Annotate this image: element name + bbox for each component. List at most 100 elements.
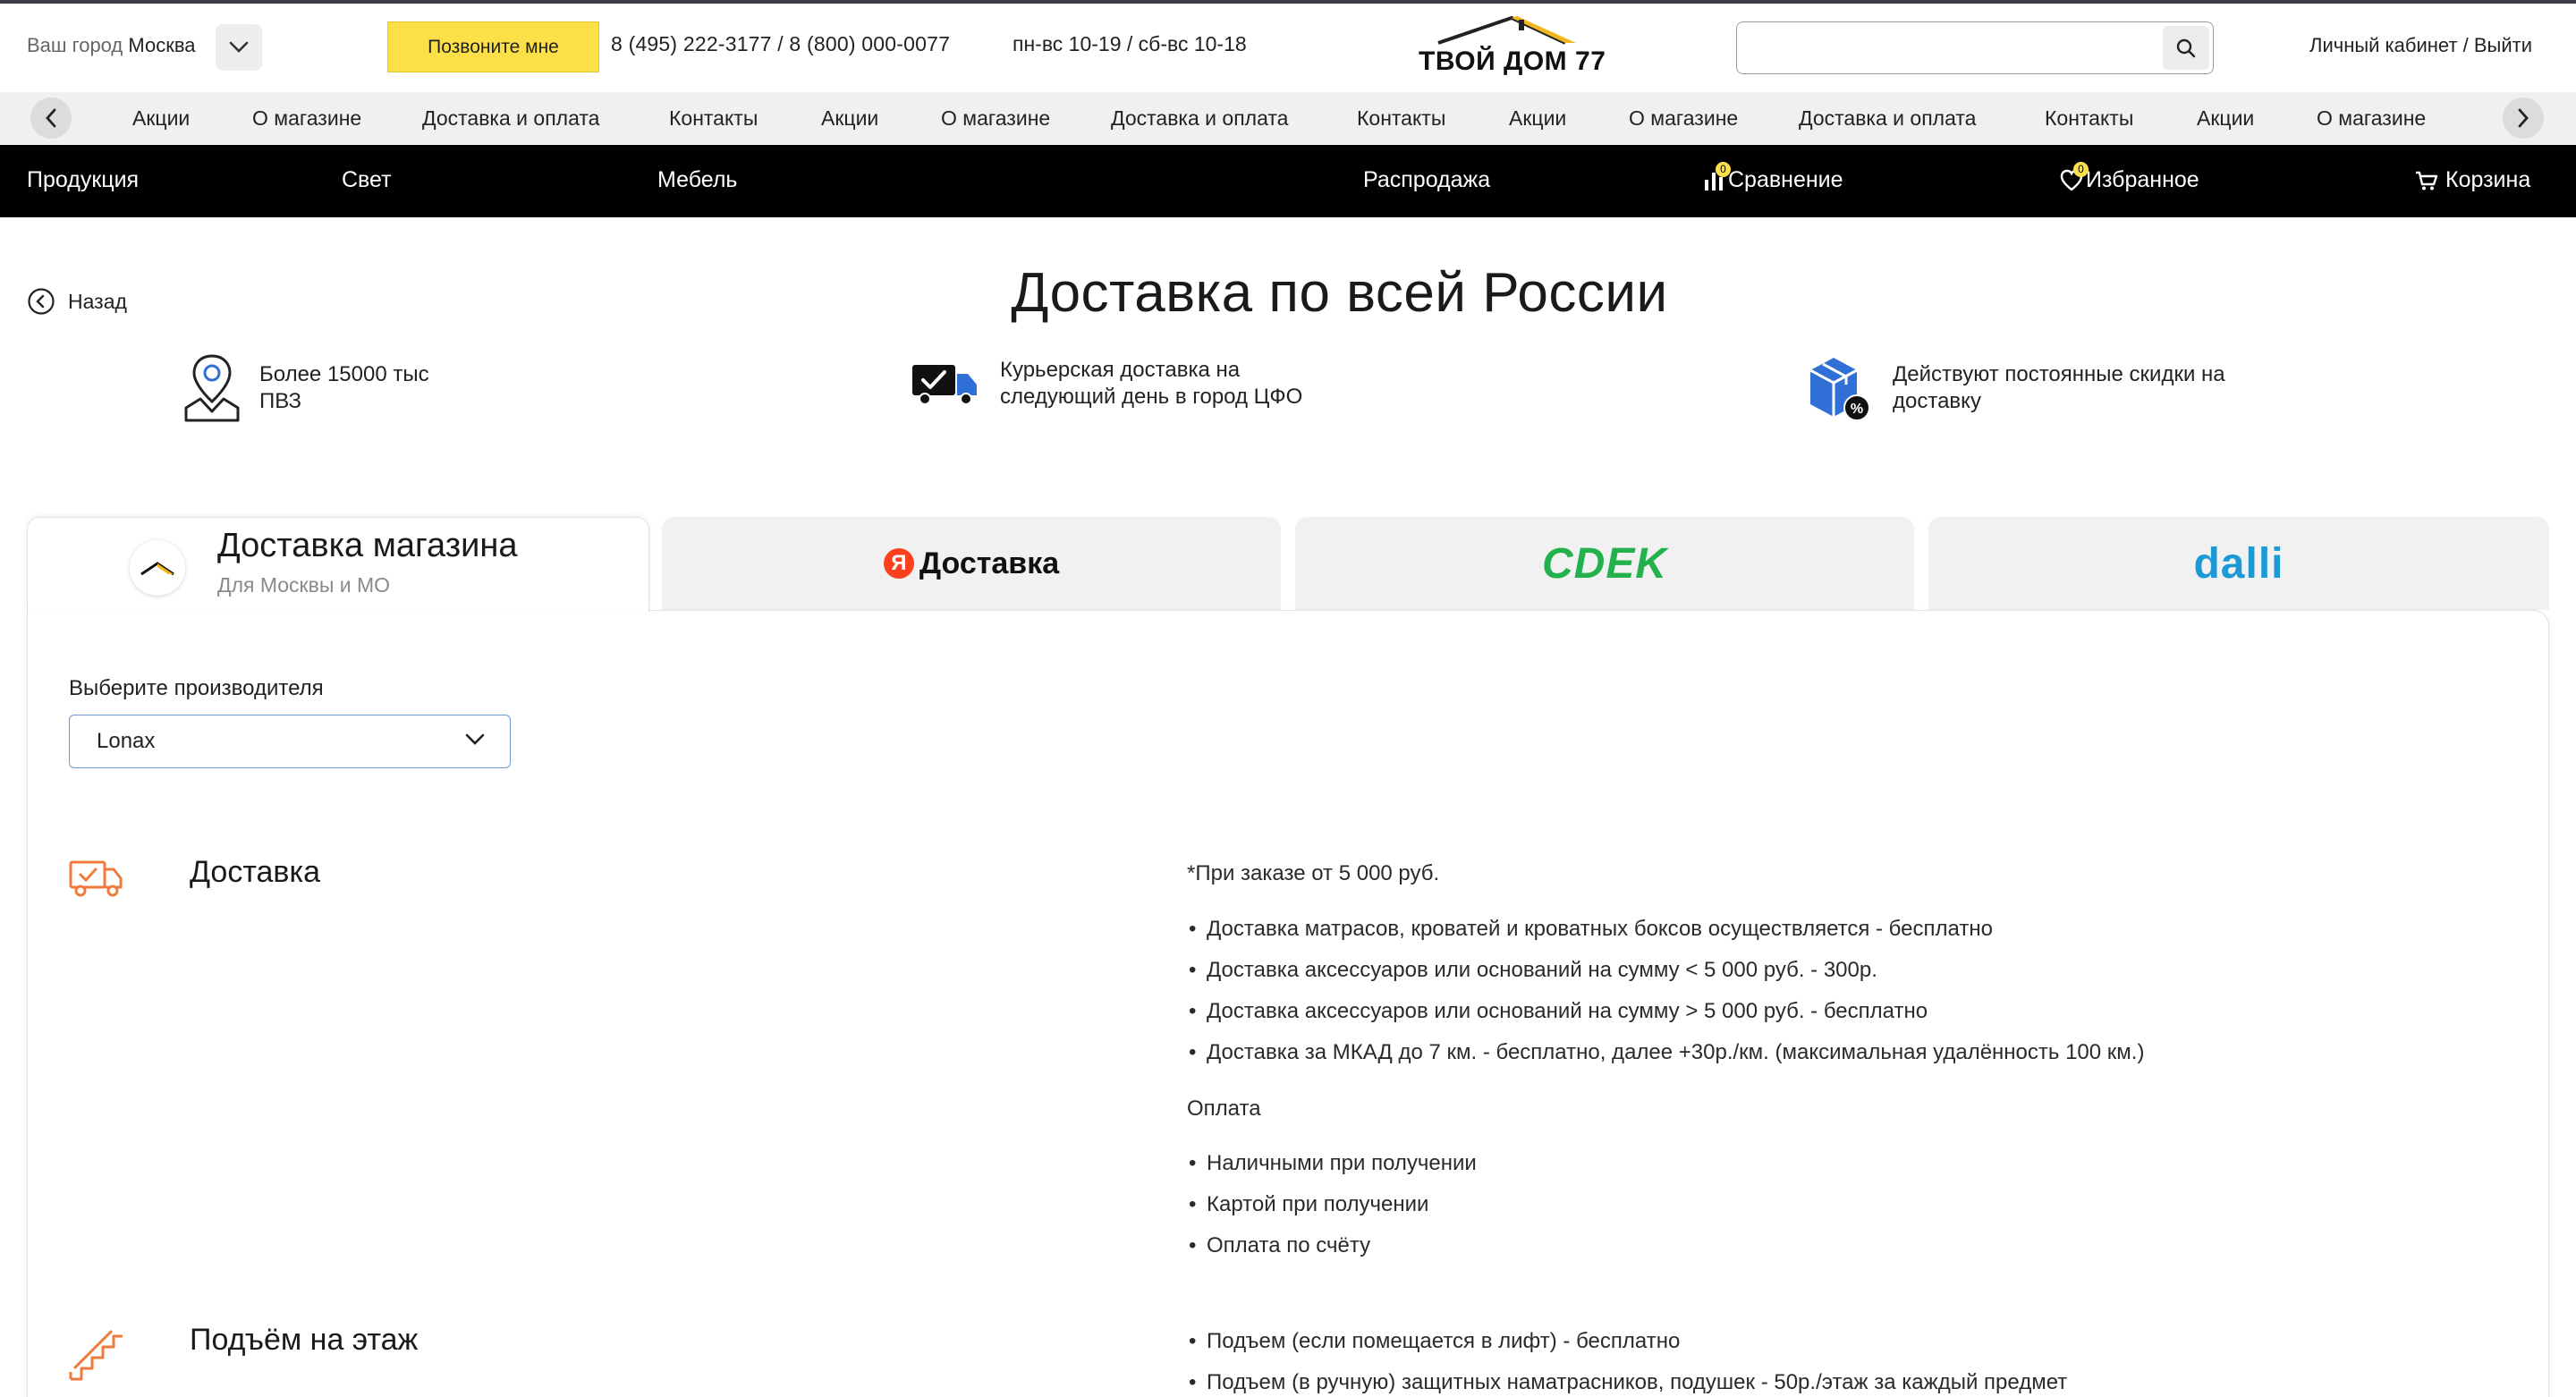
list-item: Оплата по счёту xyxy=(1187,1232,1477,1259)
nav-cart[interactable]: Корзина xyxy=(2415,167,2530,193)
subnav-item[interactable]: Акции xyxy=(132,106,190,131)
stairs-orange-icon xyxy=(69,1329,123,1381)
subnav-item[interactable]: О магазине xyxy=(252,106,361,131)
city-name: Москва xyxy=(128,34,196,56)
delivery-truck-orange-icon xyxy=(69,860,123,897)
list-item: Доставка аксессуаров или оснований на су… xyxy=(1187,957,2144,984)
nav-products[interactable]: Продукция xyxy=(27,167,139,193)
compare-count-badge: 0 xyxy=(1716,161,1731,177)
city-prefix: Ваш город xyxy=(27,34,123,56)
feature-line: следующий день в город ЦФО xyxy=(1000,385,1303,409)
subnav-item[interactable]: О магазине xyxy=(2317,106,2426,131)
city-selector-label[interactable]: Ваш город Москва xyxy=(27,34,196,57)
nav-compare[interactable]: 0 Сравнение xyxy=(1703,161,1843,193)
cdek-logo: CDEK xyxy=(1541,539,1667,588)
list-item: Доставка аксессуаров или оснований на су… xyxy=(1187,998,2144,1025)
nav-favorites-label: Избранное xyxy=(2086,167,2199,192)
feature-line: доставку xyxy=(1893,389,1981,413)
secondary-nav: Акции О магазине Доставка и оплата Конта… xyxy=(0,92,2576,144)
feature-text: Курьерская доставка на следующий день в г… xyxy=(1000,357,1302,411)
account-links[interactable]: Личный кабинет / Выйти xyxy=(2309,34,2532,57)
map-pin-icon xyxy=(184,354,240,422)
feature-courier: Курьерская доставка на следующий день в г… xyxy=(911,352,1302,415)
dalli-logo: dalli xyxy=(2193,539,2284,588)
feature-text: Действуют постоянные скидки на доставку xyxy=(1893,361,2225,415)
nav-light[interactable]: Свет xyxy=(342,167,392,193)
maker-selected-value: Lonax xyxy=(97,729,156,753)
store-logo-icon xyxy=(130,540,185,596)
tab-store-title: Доставка магазина xyxy=(217,527,518,564)
chevron-left-icon xyxy=(46,108,56,128)
payment-title: Оплата xyxy=(1187,1096,1261,1121)
search-button[interactable] xyxy=(2163,26,2209,70)
feature-line: Курьерская доставка на xyxy=(1000,358,1241,382)
subnav-item[interactable]: Контакты xyxy=(1357,106,1445,131)
city-dropdown-button[interactable] xyxy=(216,24,262,71)
top-border xyxy=(0,0,2576,4)
nav-compare-label: Сравнение xyxy=(1728,167,1843,192)
list-item: Доставка за МКАД до 7 км. - бесплатно, д… xyxy=(1187,1039,2144,1066)
maker-label: Выберите производителя xyxy=(69,676,324,700)
tab-dalli[interactable]: dalli xyxy=(1928,517,2549,610)
subnav-item[interactable]: Доставка и оплата xyxy=(422,106,599,131)
list-item: Подъем (если помещается в лифт) - беспла… xyxy=(1187,1328,2067,1355)
tab-store-delivery[interactable]: Доставка магазина Для Москвы и МО xyxy=(27,517,649,612)
call-me-button[interactable]: Позвоните мне xyxy=(387,21,599,72)
nav-cart-label: Корзина xyxy=(2445,167,2531,192)
phone-numbers[interactable]: 8 (495) 222-3177 / 8 (800) 000-0077 xyxy=(611,32,950,56)
maker-select[interactable]: Lonax xyxy=(69,715,511,768)
feature-text: Более 15000 тыс ПВЗ xyxy=(259,361,429,415)
payment-list: Наличными при получении Картой при получ… xyxy=(1187,1150,1477,1274)
subnav-item[interactable]: Доставка и оплата xyxy=(1799,106,1976,131)
subnav-item[interactable]: Акции xyxy=(2197,106,2254,131)
search-input[interactable] xyxy=(1746,30,2140,65)
list-item: Наличными при получении xyxy=(1187,1150,1477,1177)
delivery-note: *При заказе от 5 000 руб. xyxy=(1187,861,1440,885)
discount-box-icon: % xyxy=(1809,358,1870,421)
nav-sale[interactable]: Распродажа xyxy=(1363,167,1490,193)
list-item: Доставка матрасов, кроватей и кроватных … xyxy=(1187,916,2144,943)
lift-list: Подъем (если помещается в лифт) - беспла… xyxy=(1187,1328,2067,1397)
page-title-text: Доставка по всей России xyxy=(1011,262,1668,324)
delivery-title: Доставка xyxy=(190,855,321,889)
nav-prev-button[interactable] xyxy=(30,97,72,139)
chevron-down-icon xyxy=(229,41,249,53)
subnav-item[interactable]: О магазине xyxy=(941,106,1050,131)
feature-discounts: % Действуют постоянные скидки на доставку xyxy=(1803,352,2225,424)
cart-icon xyxy=(2416,171,2438,190)
svg-text:%: % xyxy=(1851,402,1863,417)
house-roof-icon xyxy=(1437,15,1576,45)
lift-title: Подъём на этаж xyxy=(190,1323,419,1357)
favorites-count-badge: 0 xyxy=(2073,161,2089,177)
search-box xyxy=(1736,21,2214,74)
subnav-item[interactable]: Контакты xyxy=(669,106,758,131)
chevron-down-icon xyxy=(465,733,485,745)
page-title: Доставка по всей России xyxy=(0,261,2576,325)
working-hours: пн-вс 10-19 / сб-вс 10-18 xyxy=(1013,32,1247,55)
chevron-right-icon xyxy=(2518,108,2529,128)
main-nav: Продукция Свет Мебель Распродажа 0 Сравн… xyxy=(0,145,2576,217)
feature-pickup-points: Более 15000 тыс ПВЗ xyxy=(182,352,429,424)
subnav-item[interactable]: Акции xyxy=(1509,106,1566,131)
subnav-item[interactable]: О магазине xyxy=(1629,106,1738,131)
feature-line: ПВЗ xyxy=(259,389,301,413)
delivery-list: Доставка матрасов, кроватей и кроватных … xyxy=(1187,916,2144,1080)
tab-yandex-delivery[interactable]: Я Доставка xyxy=(662,517,1281,610)
list-item: Картой при получении xyxy=(1187,1191,1477,1218)
nav-next-button[interactable] xyxy=(2503,97,2544,139)
feature-line: Более 15000 тыс xyxy=(259,362,429,386)
feature-line: Действуют постоянные скидки на xyxy=(1893,362,2225,386)
yandex-label: Доставка xyxy=(919,546,1060,580)
nav-furniture[interactable]: Мебель xyxy=(657,167,737,193)
delivery-truck-icon xyxy=(912,365,977,405)
tab-cdek[interactable]: CDEK xyxy=(1295,517,1914,610)
compare-icon: 0 xyxy=(1703,161,1731,192)
tab-store-subtitle: Для Москвы и МО xyxy=(217,573,391,597)
nav-favorites[interactable]: 0 Избранное xyxy=(2059,161,2199,193)
heart-icon: 0 xyxy=(2059,161,2089,192)
site-logo[interactable]: ТВОЙ ДОМ 77 xyxy=(1413,14,1606,79)
logo-text: ТВОЙ ДОМ 77 xyxy=(1419,47,1606,76)
subnav-item[interactable]: Контакты xyxy=(2045,106,2133,131)
subnav-item[interactable]: Доставка и оплата xyxy=(1111,106,1288,131)
subnav-item[interactable]: Акции xyxy=(821,106,878,131)
